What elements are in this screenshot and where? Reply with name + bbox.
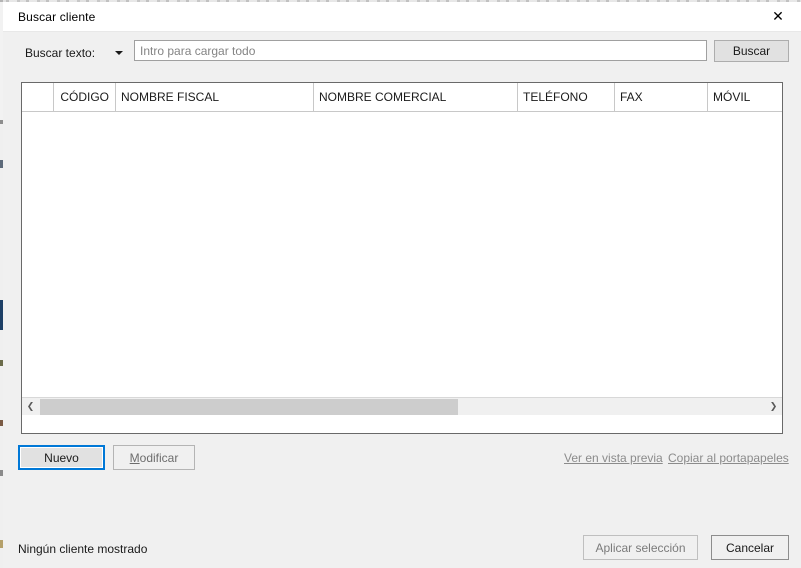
aplicar-seleccion-button[interactable]: Aplicar selección xyxy=(583,535,698,560)
close-icon: ✕ xyxy=(772,9,784,25)
grid-column-header-nombre_comercial[interactable]: NOMBRE COMERCIAL xyxy=(314,83,518,111)
scroll-left-arrow-icon[interactable]: ❮ xyxy=(22,398,39,415)
modificar-mnemonic: M xyxy=(129,450,140,465)
grid-header-row: CÓDIGO NOMBRE FISCAL NOMBRE COMERCIAL TELÉF… xyxy=(22,83,782,112)
scroll-right-arrow-icon[interactable]: ❯ xyxy=(765,398,782,415)
close-button[interactable]: ✕ xyxy=(755,2,801,32)
grid-column-header-fax[interactable]: FAX xyxy=(615,83,708,111)
chevron-down-icon xyxy=(115,51,123,55)
grid-column-header-select[interactable] xyxy=(22,83,54,111)
grid-horizontal-scrollbar[interactable]: ❮ ❯ xyxy=(22,397,782,415)
grid-column-header-label: NOMBRE FISCAL xyxy=(121,90,220,104)
grid-column-header-label: NOMBRE COMERCIAL xyxy=(319,90,447,104)
cancelar-button[interactable]: Cancelar xyxy=(711,535,789,560)
grid-body[interactable]: ❮ ❯ xyxy=(22,112,782,415)
ver-en-vista-previa-link[interactable]: Ver en vista previa xyxy=(564,451,663,465)
clients-results-grid: CÓDIGO NOMBRE FISCAL NOMBRE COMERCIAL TELÉF… xyxy=(21,82,783,434)
grid-column-header-label: TELÉFONO xyxy=(523,90,588,104)
grid-column-header-telefono[interactable]: TELÉFONO xyxy=(518,83,615,111)
grid-column-header-label: FAX xyxy=(620,90,643,104)
search-input[interactable] xyxy=(134,40,707,61)
grid-column-header-label: CÓDIGO xyxy=(60,90,109,104)
grid-column-header-codigo[interactable]: CÓDIGO xyxy=(54,83,116,111)
search-toolbar: Buscar texto: Buscar xyxy=(3,32,801,74)
nuevo-button-label: Nuevo xyxy=(20,447,103,468)
buscar-cliente-dialog: Buscar cliente ✕ Buscar texto: Buscar CÓ… xyxy=(3,2,801,568)
modificar-button[interactable]: Modificar xyxy=(113,445,195,470)
dialog-title: Buscar cliente xyxy=(18,10,96,24)
scrollbar-thumb[interactable] xyxy=(40,399,458,415)
search-button[interactable]: Buscar xyxy=(714,40,789,62)
copiar-al-portapapeles-link[interactable]: Copiar al portapapeles xyxy=(668,451,789,465)
dialog-titlebar: Buscar cliente ✕ xyxy=(3,2,801,32)
grid-column-header-label: MÓVIL xyxy=(713,90,751,104)
modificar-label-rest: odificar xyxy=(139,450,179,465)
search-label: Buscar texto: xyxy=(25,46,96,60)
search-mode-dropdown[interactable] xyxy=(108,43,130,63)
nuevo-button[interactable]: Nuevo xyxy=(18,445,105,470)
grid-column-header-nombre_fiscal[interactable]: NOMBRE FISCAL xyxy=(116,83,314,111)
status-text: Ningún cliente mostrado xyxy=(18,542,148,556)
grid-column-header-movil[interactable]: MÓVIL xyxy=(708,83,782,111)
